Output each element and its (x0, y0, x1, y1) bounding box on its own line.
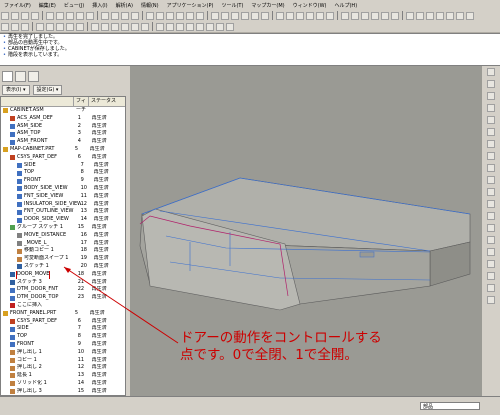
annotation-text: ドアーの動作をコントロールする 点です。0で全閉、1で全開。 (180, 330, 382, 364)
annotation-line-2: 点です。0で全閉、1で全開。 (180, 347, 358, 363)
arrow-head-icon (64, 267, 71, 273)
annotation-leader-line (63, 266, 179, 344)
annotation-line-1: ドアーの動作をコントロールする (180, 330, 382, 346)
